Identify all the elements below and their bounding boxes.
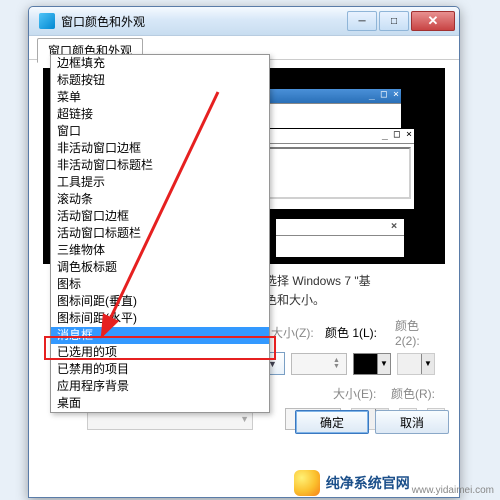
font-color-label: 颜色(R): [391,385,445,402]
cancel-button[interactable]: 取消 [375,410,449,434]
dropdown-item[interactable]: 桌面 [51,395,269,412]
dropdown-item[interactable]: 调色板标题 [51,259,269,276]
item-dropdown-list[interactable]: 边框填充标题按钮菜单超链接窗口非活动窗口边框非活动窗口标题栏工具提示滚动条活动窗… [50,54,270,413]
color1-swatch[interactable]: ▼ [353,353,391,375]
app-icon [39,13,55,29]
preview-message-box: × [275,218,405,258]
maximize-button[interactable]: □ [379,11,409,31]
dropdown-item[interactable]: 非活动窗口边框 [51,140,269,157]
dropdown-item[interactable]: 消息框 [51,327,269,344]
titlebar[interactable]: 窗口颜色和外观 ─ □ ✕ [29,7,459,36]
dropdown-item[interactable]: 窗口 [51,123,269,140]
color2-label: 颜色 2(2): [395,317,445,348]
dropdown-item[interactable]: 标题按钮 [51,72,269,89]
dropdown-item[interactable]: 超链接 [51,106,269,123]
dropdown-item[interactable]: 活动窗口标题栏 [51,225,269,242]
dropdown-item[interactable]: 三维物体 [51,242,269,259]
dropdown-item[interactable]: 工具提示 [51,174,269,191]
dropdown-item[interactable]: 非活动窗口标题栏 [51,157,269,174]
chevron-down-icon: ▼ [421,354,434,374]
ok-button[interactable]: 确定 [295,410,369,434]
close-icon: × [386,219,402,233]
dropdown-item[interactable]: 应用程序背景 [51,378,269,395]
watermark-logo [294,470,320,496]
dropdown-item[interactable]: 边框填充 [51,55,269,72]
dropdown-item[interactable]: 已选用的项 [51,344,269,361]
dropdown-item[interactable]: 菜单 [51,89,269,106]
size-label: 大小(Z): [271,324,319,341]
color2-swatch: ▼ [397,353,435,375]
close-button[interactable]: ✕ [411,11,455,31]
dropdown-item[interactable]: 活动窗口边框 [51,208,269,225]
dropdown-item[interactable]: 图标间距(水平) [51,310,269,327]
window-title: 窗口颜色和外观 [61,13,345,30]
font-size-label: 大小(E): [333,385,381,402]
dropdown-item[interactable]: 图标间距(垂直) [51,293,269,310]
watermark: 纯净系统官网 www.yidaimei.com [294,470,494,496]
chevron-down-icon: ▼ [377,354,390,374]
dropdown-item[interactable]: 已禁用的项目 [51,361,269,378]
size-spinner: ▲▼ [291,353,347,375]
button-bar: 确定 取消 [295,410,449,434]
minimize-button[interactable]: ─ [347,11,377,31]
dropdown-item[interactable]: 滚动条 [51,191,269,208]
color1-label: 颜色 1(L): [325,324,389,341]
dropdown-item[interactable]: 图标 [51,276,269,293]
